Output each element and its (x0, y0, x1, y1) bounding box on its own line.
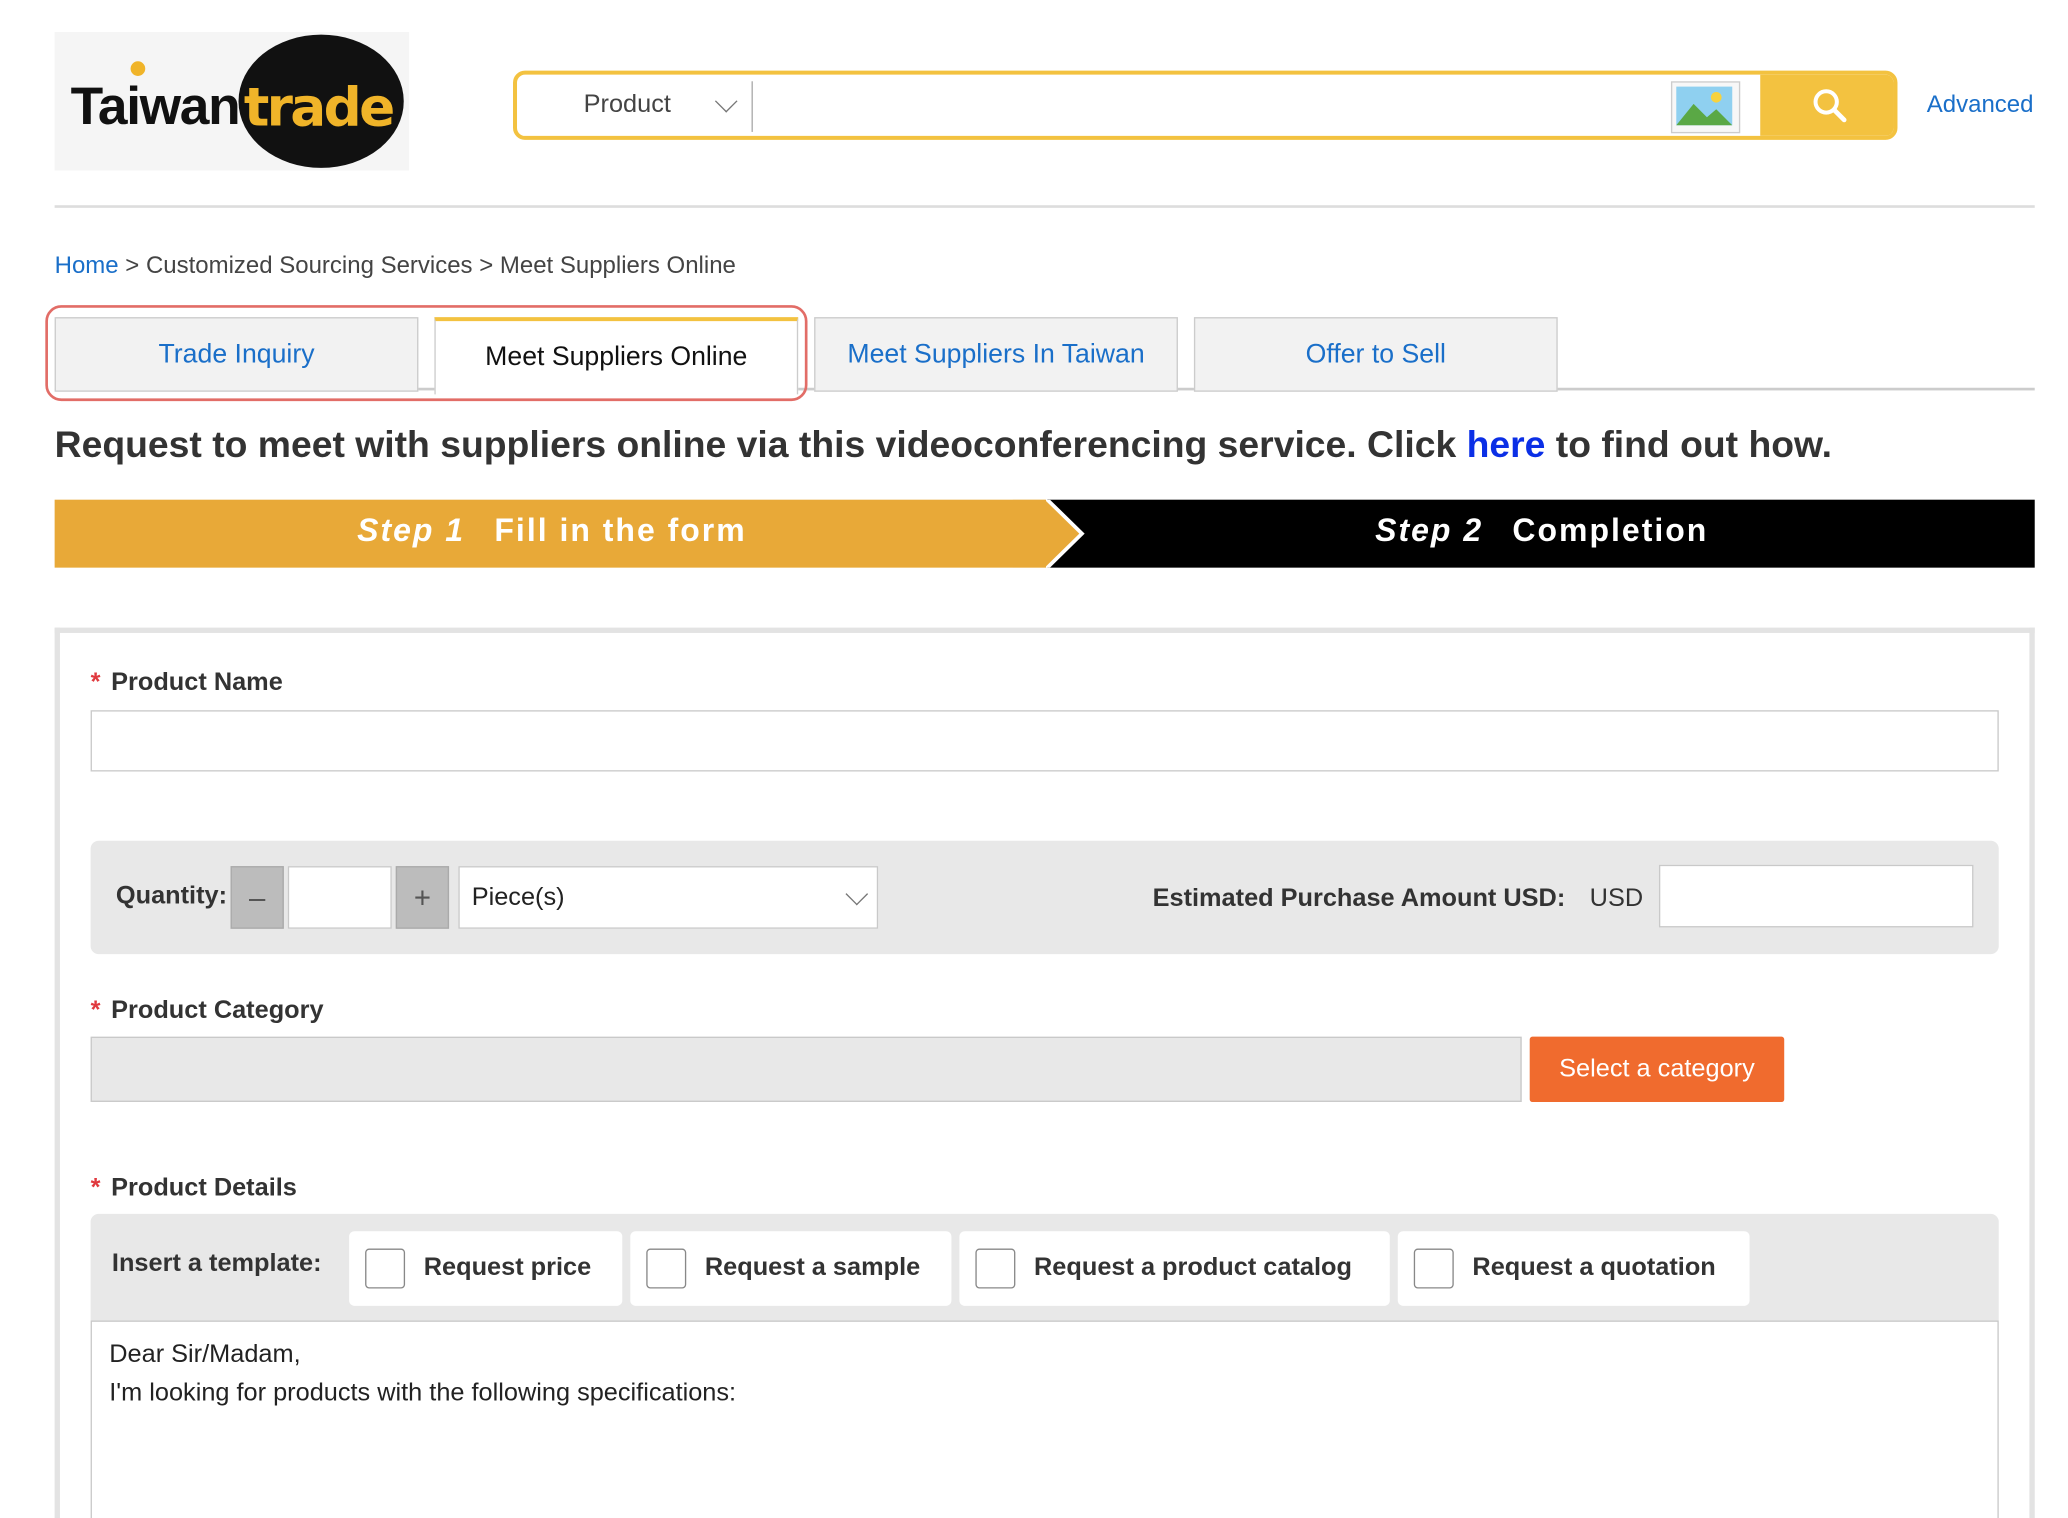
step-2-bar: Step 2 Completion (1047, 499, 2035, 568)
template-request-catalog[interactable]: Request a product catalog (959, 1231, 1390, 1306)
tab-meet-suppliers-in-taiwan[interactable]: Meet Suppliers In Taiwan (814, 317, 1178, 392)
step-1-bar: Step 1 Fill in the form (54, 499, 1047, 568)
product-category-label: * Product Category (91, 997, 324, 1026)
template-request-sample-label: Request a sample (704, 1253, 921, 1282)
search-input[interactable] (759, 74, 1671, 136)
template-request-quotation[interactable]: Request a quotation (1397, 1231, 1750, 1306)
checkbox[interactable] (975, 1248, 1016, 1289)
template-label: Insert a template: (111, 1249, 322, 1278)
search-divider (751, 81, 753, 132)
logo-text-taiwan: Taiwan (70, 77, 241, 136)
unit-select[interactable]: Piece(s) (458, 866, 879, 929)
search-bar: Product (513, 70, 1898, 140)
header-divider (54, 205, 2035, 208)
details-line-1: Dear Sir/Madam, (109, 1340, 301, 1369)
step-1-text: Step 1 Fill in the form (357, 513, 747, 550)
search-icon (1812, 89, 1846, 123)
quantity-label: Quantity: (115, 882, 228, 911)
chevron-down-icon (714, 89, 738, 113)
step-2-number: Step 2 (1375, 513, 1484, 549)
estimated-amount-input[interactable] (1658, 864, 1974, 928)
step-1-number: Step 1 (357, 513, 466, 549)
product-details-label: * Product Details (91, 1174, 297, 1203)
product-category-label-text: Product Category (111, 996, 324, 1025)
step-1-label: Fill in the form (494, 513, 747, 549)
breadcrumb-customized-sourcing[interactable]: Customized Sourcing Services (146, 252, 473, 279)
breadcrumb-current: Meet Suppliers Online (499, 251, 736, 279)
logo-text-trade: trade (243, 77, 395, 139)
product-name-label: * Product Name (91, 669, 283, 698)
quantity-plus-button[interactable]: + (395, 866, 450, 929)
search-category-label: Product (583, 90, 671, 119)
chevron-down-icon (845, 882, 869, 906)
advanced-search-link[interactable]: Advanced (1927, 91, 2034, 119)
checkbox[interactable] (646, 1248, 687, 1289)
estimated-amount-label: Estimated Purchase Amount USD: (1152, 884, 1566, 913)
step-2-label: Completion (1512, 513, 1709, 549)
tab-highlight-outline (45, 305, 808, 402)
select-category-button[interactable]: Select a category (1529, 1036, 1785, 1102)
unit-select-value: Piece(s) (471, 882, 565, 911)
template-request-catalog-label: Request a product catalog (1034, 1253, 1352, 1282)
breadcrumb-home[interactable]: Home (55, 252, 119, 279)
product-name-label-text: Product Name (111, 668, 283, 697)
intro-text: Request to meet with suppliers online vi… (55, 424, 1832, 467)
product-details-textarea[interactable]: Dear Sir/Madam, I'm looking for products… (90, 1320, 1999, 1518)
breadcrumb: Home > Customized Sourcing Services > Me… (55, 252, 736, 280)
intro-here-link[interactable]: here (1467, 424, 1546, 465)
search-button[interactable] (1760, 74, 1894, 136)
breadcrumb-separator: > (472, 251, 500, 279)
site-logo[interactable]: Taiwan trade (54, 31, 410, 171)
required-star: * (90, 996, 101, 1025)
details-line-2: I'm looking for products with the follow… (109, 1379, 737, 1408)
product-name-input[interactable] (90, 710, 1999, 772)
checkbox[interactable] (365, 1248, 406, 1289)
template-request-price-label: Request price (423, 1253, 592, 1282)
product-category-field (90, 1036, 1522, 1102)
search-category-select[interactable]: Product (517, 75, 753, 136)
required-star: * (90, 1173, 101, 1202)
intro-text-before: Request to meet with suppliers online vi… (54, 423, 1467, 466)
template-request-sample[interactable]: Request a sample (630, 1231, 952, 1306)
quantity-input[interactable] (287, 866, 392, 929)
image-search-icon[interactable] (1670, 81, 1741, 134)
product-details-label-text: Product Details (111, 1173, 297, 1202)
tab-offer-to-sell[interactable]: Offer to Sell (1193, 317, 1558, 392)
currency-label: USD (1589, 884, 1644, 913)
step-2-text: Step 2 Completion (1375, 513, 1708, 550)
quantity-minus-button[interactable]: – (230, 866, 284, 929)
template-request-price[interactable]: Request price (349, 1231, 623, 1306)
template-request-quotation-label: Request a quotation (1472, 1253, 1716, 1282)
checkbox[interactable] (1413, 1248, 1454, 1289)
breadcrumb-separator: > (118, 251, 146, 279)
intro-text-after: to find out how. (1545, 423, 1833, 466)
required-star: * (90, 668, 101, 697)
logo-dot (130, 61, 146, 76)
